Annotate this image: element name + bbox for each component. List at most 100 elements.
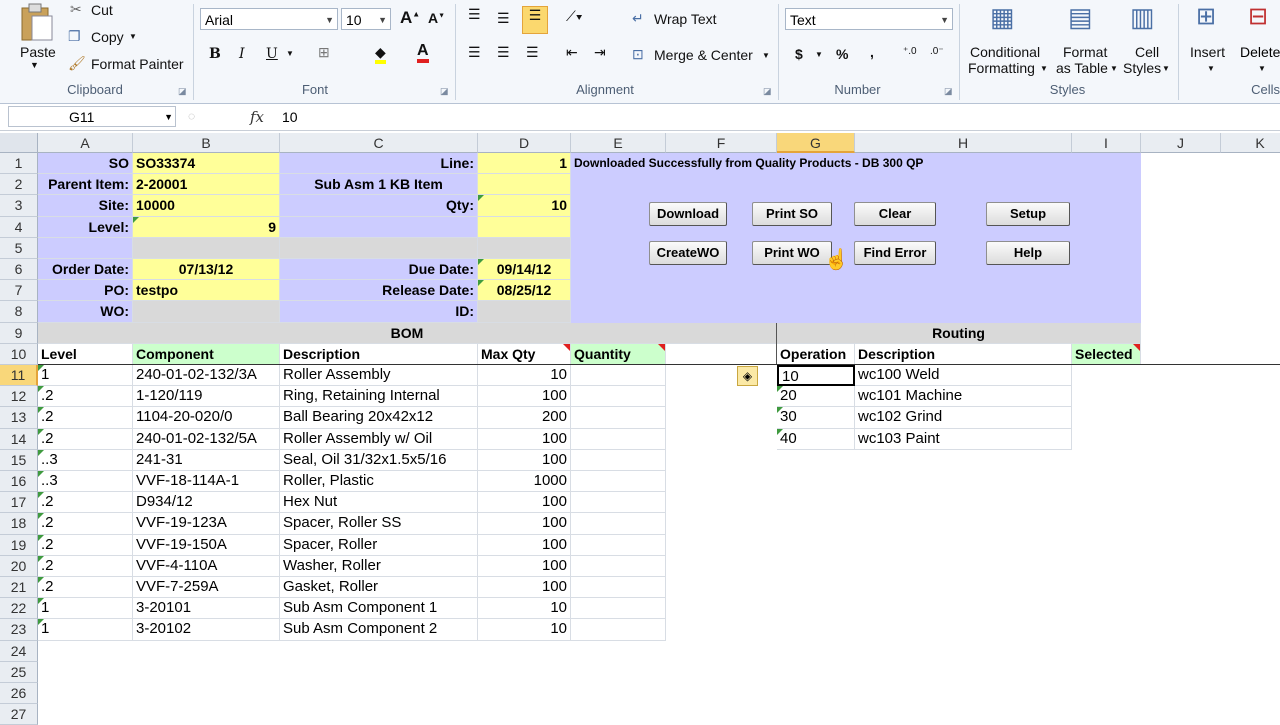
row-header-11[interactable]: 11 bbox=[0, 365, 38, 386]
bom-level-20[interactable]: .2 bbox=[38, 556, 133, 577]
routing-header-description[interactable]: Description bbox=[855, 344, 1072, 365]
row-header-2[interactable]: 2 bbox=[0, 174, 38, 195]
row-header-20[interactable]: 20 bbox=[0, 556, 38, 577]
bom-header-f[interactable] bbox=[666, 344, 777, 365]
label-4[interactable]: Level: bbox=[38, 217, 133, 238]
bom-component-15[interactable]: 241-31 bbox=[133, 450, 280, 471]
spacer-c4[interactable] bbox=[280, 217, 478, 238]
active-cell-g11[interactable]: 10 bbox=[777, 365, 855, 386]
bom-component-16[interactable]: VVF-18-114A-1 bbox=[133, 471, 280, 492]
merge-center-button[interactable]: Merge & Center bbox=[654, 47, 753, 63]
select-all-corner[interactable] bbox=[0, 133, 38, 153]
shrink-font-icon[interactable]: A▼ bbox=[428, 10, 445, 26]
bom-description-20[interactable]: Washer, Roller bbox=[280, 556, 478, 577]
bom-level-14[interactable]: .2 bbox=[38, 429, 133, 450]
id-value[interactable] bbox=[478, 301, 571, 323]
spacer-c5[interactable] bbox=[280, 238, 478, 259]
column-header-e[interactable]: E bbox=[571, 133, 666, 153]
number-launcher-icon[interactable]: ◪ bbox=[944, 86, 953, 97]
row-header-4[interactable]: 4 bbox=[0, 217, 38, 238]
font-size-combo[interactable]: 10 ▼ bbox=[341, 8, 391, 30]
align-right-icon[interactable]: ☰ bbox=[526, 44, 539, 61]
column-header-g[interactable]: G bbox=[777, 133, 855, 153]
column-header-j[interactable]: J bbox=[1141, 133, 1221, 153]
currency-button[interactable]: $ bbox=[795, 46, 803, 62]
currency-dropdown-icon[interactable]: ▼ bbox=[815, 50, 823, 59]
bom-max-qty-20[interactable]: 100 bbox=[478, 556, 571, 577]
label-7[interactable]: PO: bbox=[38, 280, 133, 301]
bom-quantity-12[interactable] bbox=[571, 386, 666, 407]
font-name-combo[interactable]: Arial ▼ bbox=[200, 8, 338, 30]
bom-level-16[interactable]: ..3 bbox=[38, 471, 133, 492]
routing-operation-14[interactable]: 40 bbox=[777, 429, 855, 450]
find-error-button[interactable]: Find Error bbox=[854, 241, 936, 265]
bom-level-19[interactable]: .2 bbox=[38, 535, 133, 556]
bom-max-qty-11[interactable]: 10 bbox=[478, 365, 571, 386]
insert-function-button[interactable]: fx bbox=[250, 108, 264, 126]
bom-header-max-qty[interactable]: Max Qty bbox=[478, 344, 571, 365]
label-1[interactable]: SO bbox=[38, 153, 133, 174]
bom-max-qty-21[interactable]: 100 bbox=[478, 577, 571, 598]
row-header-26[interactable]: 26 bbox=[0, 683, 38, 704]
bom-max-qty-23[interactable]: 10 bbox=[478, 619, 571, 641]
row-header-23[interactable]: 23 bbox=[0, 619, 38, 641]
cut-button[interactable]: Cut bbox=[91, 2, 113, 18]
bom-max-qty-15[interactable]: 100 bbox=[478, 450, 571, 471]
bom-level-21[interactable]: .2 bbox=[38, 577, 133, 598]
empty-d5[interactable] bbox=[478, 238, 571, 259]
row-header-9[interactable]: 9 bbox=[0, 323, 38, 344]
bom-component-22[interactable]: 3-20101 bbox=[133, 598, 280, 619]
line-label[interactable]: Line: bbox=[280, 153, 478, 174]
grow-font-icon[interactable]: A▲ bbox=[400, 8, 420, 28]
bom-max-qty-13[interactable]: 200 bbox=[478, 407, 571, 429]
routing-description-14[interactable]: wc103 Paint bbox=[855, 429, 1072, 450]
bom-description-18[interactable]: Spacer, Roller SS bbox=[280, 513, 478, 535]
column-header-a[interactable]: A bbox=[38, 133, 133, 153]
bom-level-15[interactable]: ..3 bbox=[38, 450, 133, 471]
cell-styles-button[interactable]: Cell bbox=[1135, 44, 1159, 60]
conditional-formatting-button[interactable]: Conditional bbox=[970, 44, 1040, 60]
qty-value[interactable]: 10 bbox=[478, 195, 571, 217]
name-box[interactable]: G11 ▼ bbox=[8, 106, 176, 127]
line-value[interactable]: 1 bbox=[478, 153, 571, 174]
bom-quantity-11[interactable] bbox=[571, 365, 666, 386]
row-header-12[interactable]: 12 bbox=[0, 386, 38, 407]
format-as-table-button[interactable]: Format bbox=[1063, 44, 1107, 60]
font-launcher-icon[interactable]: ◪ bbox=[440, 86, 449, 97]
value-8[interactable] bbox=[133, 301, 280, 323]
routing-operation-12[interactable]: 20 bbox=[777, 386, 855, 407]
row-header-5[interactable]: 5 bbox=[0, 238, 38, 259]
copy-button[interactable]: Copy bbox=[91, 29, 124, 45]
release-date-label[interactable]: Release Date: bbox=[280, 280, 478, 301]
column-header-k[interactable]: K bbox=[1221, 133, 1280, 153]
row-header-18[interactable]: 18 bbox=[0, 513, 38, 535]
bom-level-12[interactable]: .2 bbox=[38, 386, 133, 407]
bom-max-qty-18[interactable]: 100 bbox=[478, 513, 571, 535]
fill-color-icon[interactable]: ◆ bbox=[375, 44, 386, 64]
row-header-24[interactable]: 24 bbox=[0, 641, 38, 662]
label-8[interactable]: WO: bbox=[38, 301, 133, 323]
bom-max-qty-19[interactable]: 100 bbox=[478, 535, 571, 556]
help-button[interactable]: Help bbox=[986, 241, 1070, 265]
row-header-14[interactable]: 14 bbox=[0, 429, 38, 450]
bom-quantity-17[interactable] bbox=[571, 492, 666, 513]
column-header-d[interactable]: D bbox=[478, 133, 571, 153]
font-color-icon[interactable]: A bbox=[417, 42, 429, 63]
align-center-icon[interactable]: ☰ bbox=[497, 44, 510, 61]
align-left-icon[interactable]: ☰ bbox=[468, 44, 481, 61]
create-wo-button[interactable]: CreateWO bbox=[649, 241, 727, 265]
merge-dropdown-icon[interactable]: ▼ bbox=[762, 51, 770, 60]
label-3[interactable]: Site: bbox=[38, 195, 133, 217]
clipboard-launcher-icon[interactable]: ◪ bbox=[178, 86, 187, 97]
bom-quantity-18[interactable] bbox=[571, 513, 666, 535]
chevron-down-icon[interactable]: ▼ bbox=[164, 107, 173, 128]
bom-quantity-19[interactable] bbox=[571, 535, 666, 556]
bom-level-23[interactable]: 1 bbox=[38, 619, 133, 641]
paste-button[interactable] bbox=[12, 2, 60, 42]
formula-cancel-icon[interactable]: ◌ bbox=[188, 109, 195, 123]
bom-description-22[interactable]: Sub Asm Component 1 bbox=[280, 598, 478, 619]
orientation-icon[interactable]: ⟋▾ bbox=[566, 8, 583, 25]
bom-max-qty-22[interactable]: 10 bbox=[478, 598, 571, 619]
column-header-f[interactable]: F bbox=[666, 133, 777, 153]
bom-component-13[interactable]: 1104-20-020/0 bbox=[133, 407, 280, 429]
